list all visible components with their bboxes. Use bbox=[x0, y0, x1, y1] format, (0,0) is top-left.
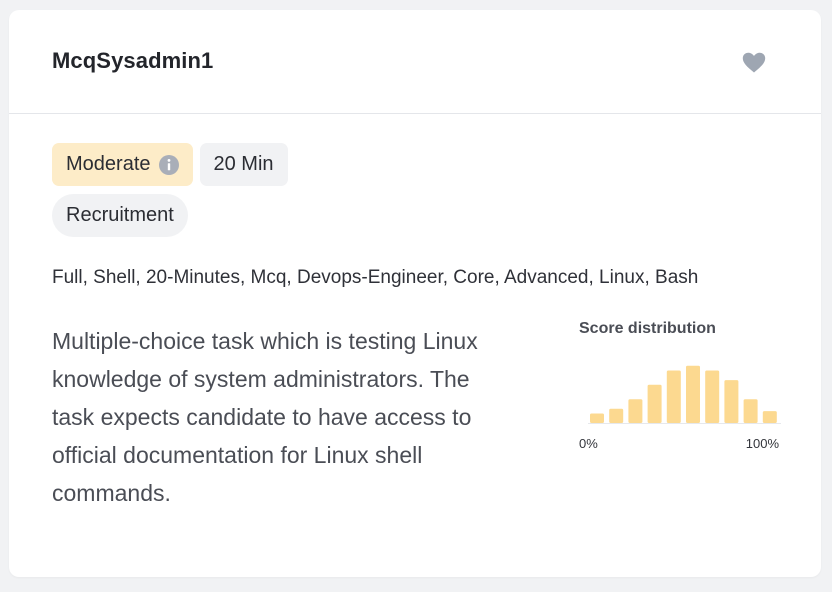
badge-group: Moderate 20 Min Recruitment bbox=[52, 143, 572, 245]
chart-max-label: 100% bbox=[745, 436, 779, 451]
distribution-bar bbox=[609, 408, 624, 423]
task-title: McqSysadmin1 bbox=[52, 48, 214, 73]
heart-icon bbox=[742, 52, 766, 72]
chart-plot bbox=[588, 365, 781, 424]
difficulty-label: Moderate bbox=[66, 153, 151, 175]
distribution-bar bbox=[647, 384, 662, 423]
distribution-bar bbox=[724, 380, 739, 423]
distribution-bar bbox=[590, 413, 604, 423]
category-badge: Recruitment bbox=[52, 194, 188, 237]
tag-list: Full, Shell, 20-Minutes, Mcq, Devops-Eng… bbox=[52, 267, 699, 288]
distribution-bar bbox=[743, 399, 758, 423]
distribution-bar bbox=[666, 370, 681, 423]
info-icon[interactable] bbox=[158, 154, 179, 175]
favorite-button[interactable] bbox=[741, 50, 767, 74]
duration-label: 20 Min bbox=[213, 153, 274, 175]
task-card: McqSysadmin1 Moderate 20 Min Recruitment… bbox=[9, 10, 821, 577]
task-description: Multiple-choice task which is testing Li… bbox=[52, 328, 478, 506]
chart-min-label: 0% bbox=[579, 436, 598, 451]
category-label: Recruitment bbox=[66, 204, 174, 226]
duration-badge: 20 Min bbox=[199, 143, 288, 186]
card-header: McqSysadmin1 bbox=[9, 10, 821, 114]
distribution-bar bbox=[686, 365, 700, 423]
score-distribution-chart: Score distribution 0% 100% bbox=[577, 320, 781, 460]
distribution-bar bbox=[628, 399, 643, 423]
distribution-bar bbox=[705, 370, 720, 423]
difficulty-badge: Moderate bbox=[52, 143, 193, 186]
chart-title: Score distribution bbox=[579, 320, 716, 337]
distribution-bar bbox=[762, 411, 777, 423]
